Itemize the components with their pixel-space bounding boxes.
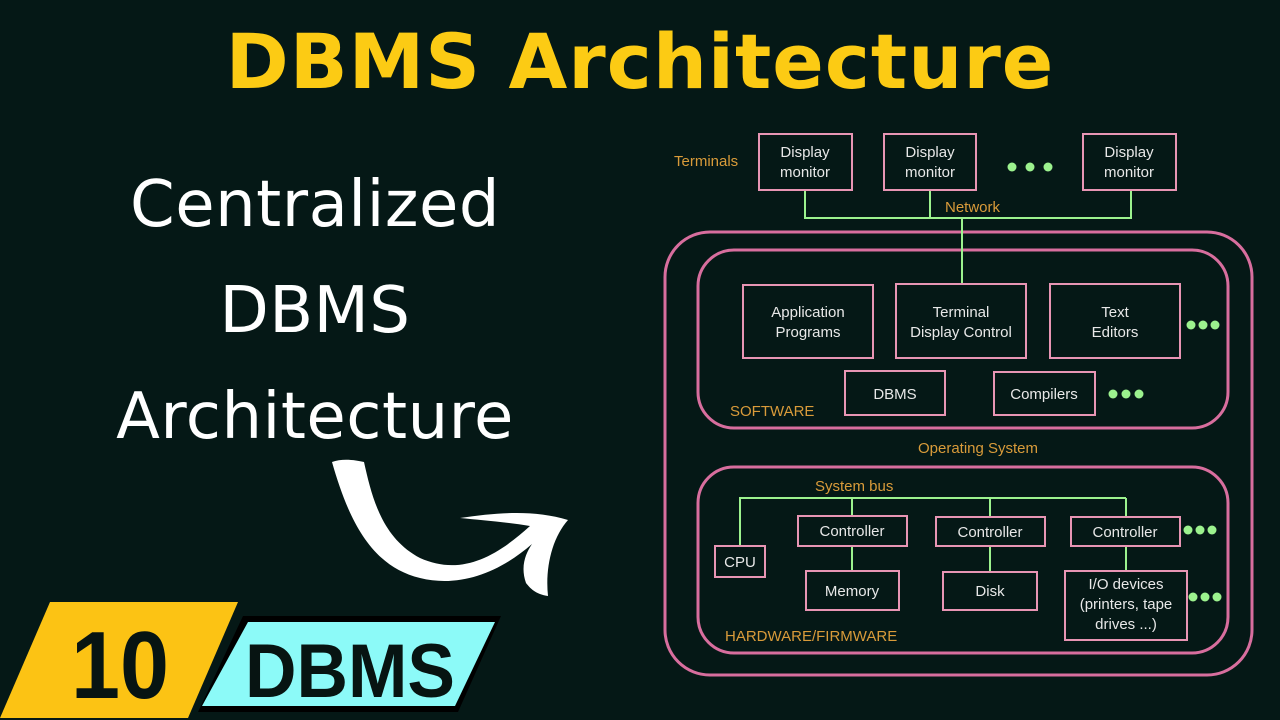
svg-text:Display: Display <box>1104 144 1154 161</box>
three-dots-icon <box>1188 592 1222 602</box>
terminal-box-1: Display monitor <box>758 133 853 191</box>
svg-text:monitor: monitor <box>905 164 955 181</box>
svg-text:Display Control: Display Control <box>910 324 1012 341</box>
network-label: Network <box>945 199 1001 216</box>
software-box-dbms: DBMS <box>844 370 946 416</box>
hardware-box-cpu: CPU <box>714 545 766 578</box>
software-label: SOFTWARE <box>730 403 814 420</box>
svg-text:Application: Application <box>771 304 844 321</box>
svg-text:Controller: Controller <box>957 524 1022 541</box>
svg-text:(printers, tape: (printers, tape <box>1080 596 1173 613</box>
svg-text:Programs: Programs <box>775 324 840 341</box>
operating-system-label: Operating System <box>918 440 1038 457</box>
software-box-compilers: Compilers <box>993 371 1096 416</box>
three-dots-icon <box>1108 389 1144 399</box>
svg-text:drives ...): drives ...) <box>1095 616 1157 633</box>
hardware-box-controller-3: Controller <box>1070 516 1181 547</box>
svg-text:Editors: Editors <box>1092 324 1139 341</box>
three-dots-icon <box>1007 162 1053 172</box>
svg-text:Display: Display <box>905 144 955 161</box>
svg-text:I/O devices: I/O devices <box>1088 576 1163 593</box>
hardware-label: HARDWARE/FIRMWARE <box>725 628 897 645</box>
svg-text:monitor: monitor <box>780 164 830 181</box>
svg-text:Controller: Controller <box>1092 524 1157 541</box>
svg-text:monitor: monitor <box>1104 164 1154 181</box>
svg-text:Display: Display <box>780 144 830 161</box>
svg-text:Memory: Memory <box>825 583 880 600</box>
hardware-box-io-devices: I/O devices (printers, tape drives ...) <box>1064 570 1188 641</box>
terminal-box-2: Display monitor <box>883 133 977 191</box>
three-dots-icon <box>1183 525 1217 535</box>
system-bus-label: System bus <box>815 478 893 495</box>
hardware-box-controller-1: Controller <box>797 515 908 547</box>
architecture-diagram: Terminals Display monitor Display monito… <box>663 133 1254 677</box>
three-dots-icon <box>1186 320 1220 330</box>
terminals-label: Terminals <box>674 153 738 170</box>
svg-text:Terminal: Terminal <box>933 304 990 321</box>
svg-text:Compilers: Compilers <box>1010 386 1078 403</box>
terminal-box-3: Display monitor <box>1082 133 1177 191</box>
svg-text:DBMS: DBMS <box>873 386 916 403</box>
svg-text:Text: Text <box>1101 304 1129 321</box>
hardware-box-disk: Disk <box>942 571 1038 611</box>
software-box-application-programs: Application Programs <box>742 284 874 359</box>
software-box-text-editors: Text Editors <box>1049 283 1181 359</box>
hardware-box-controller-2: Controller <box>935 516 1046 547</box>
software-box-terminal-display-control: Terminal Display Control <box>895 283 1027 359</box>
svg-text:Controller: Controller <box>819 523 884 540</box>
svg-text:CPU: CPU <box>724 554 756 571</box>
hardware-box-memory: Memory <box>805 570 900 611</box>
svg-text:Disk: Disk <box>975 583 1005 600</box>
